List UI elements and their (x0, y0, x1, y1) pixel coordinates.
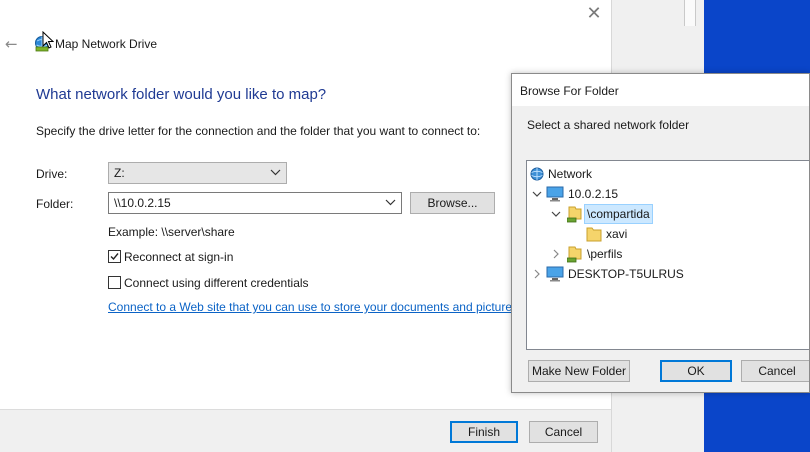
reconnect-checkbox[interactable] (108, 250, 121, 263)
tree-item-compartida[interactable]: \compartida (527, 204, 653, 224)
shared-folder-icon (567, 246, 582, 263)
chevron-down-icon[interactable] (551, 209, 561, 219)
chevron-down-icon (270, 169, 281, 176)
browse-for-folder-dialog: Browse For Folder Select a shared networ… (511, 73, 810, 393)
back-arrow-icon[interactable]: ← (5, 36, 21, 52)
folder-input-value: \\10.0.2.15 (114, 196, 171, 210)
folder-label: Folder: (36, 197, 74, 211)
network-icon (530, 167, 544, 181)
dialog-description: Select a shared network folder (527, 118, 690, 132)
reconnect-label[interactable]: Reconnect at sign-in (124, 250, 233, 264)
drive-select-value: Z: (114, 166, 125, 180)
checkmark-icon (110, 253, 119, 261)
browse-button[interactable]: Browse... (410, 192, 495, 214)
chevron-right-icon[interactable] (551, 249, 561, 259)
cancel-button[interactable]: Cancel (529, 421, 598, 443)
tree-label: \compartida (584, 204, 653, 224)
drive-label: Drive: (36, 167, 68, 181)
instructions-text: Specify the drive letter for the connect… (36, 124, 481, 138)
chevron-right-icon[interactable] (532, 269, 542, 279)
tree-item-desktop[interactable]: DESKTOP-T5ULRUS (527, 264, 687, 284)
wizard-footer: Finish Cancel (0, 409, 611, 452)
dialog-cancel-button[interactable]: Cancel (741, 360, 809, 382)
chevron-down-icon[interactable] (532, 189, 542, 199)
folder-combobox[interactable]: \\10.0.2.15 (108, 192, 402, 214)
ok-button[interactable]: OK (660, 360, 732, 382)
tree-label: Network (548, 167, 593, 181)
tree-item-host[interactable]: 10.0.2.15 (527, 184, 621, 204)
web-site-link[interactable]: Connect to a Web site that you can use t… (108, 300, 521, 314)
drive-select[interactable]: Z: (108, 162, 287, 184)
tree-label: \perfils (587, 247, 623, 261)
example-text: Example: \\server\share (108, 225, 235, 239)
background-scrollbar (684, 0, 696, 26)
close-icon[interactable]: ✕ (584, 4, 604, 24)
finish-button[interactable]: Finish (450, 421, 518, 443)
tree-item-xavi[interactable]: xavi (527, 224, 630, 244)
make-new-folder-button[interactable]: Make New Folder (528, 360, 630, 382)
tree-item-perfils[interactable]: \perfils (527, 244, 625, 264)
computer-icon (546, 266, 564, 282)
shared-folder-icon (567, 206, 582, 223)
tree-label: DESKTOP-T5ULRUS (568, 267, 684, 281)
dialog-title: Browse For Folder (520, 84, 619, 98)
folder-tree[interactable]: Network 10.0.2.15 \compartida xavi \perf… (526, 160, 809, 350)
credentials-label[interactable]: Connect using different credentials (124, 276, 309, 290)
chevron-down-icon[interactable] (385, 197, 396, 208)
computer-icon (546, 186, 564, 202)
tree-item-network[interactable]: Network (527, 164, 595, 184)
dialog-titlebar: Browse For Folder (512, 74, 809, 106)
tree-label: xavi (606, 227, 628, 241)
credentials-checkbox[interactable] (108, 276, 121, 289)
window-title: Map Network Drive (55, 37, 158, 51)
page-heading: What network folder would you like to ma… (36, 86, 327, 103)
tree-label: 10.0.2.15 (568, 187, 619, 201)
folder-icon (586, 227, 602, 242)
mouse-cursor-icon (42, 31, 54, 49)
